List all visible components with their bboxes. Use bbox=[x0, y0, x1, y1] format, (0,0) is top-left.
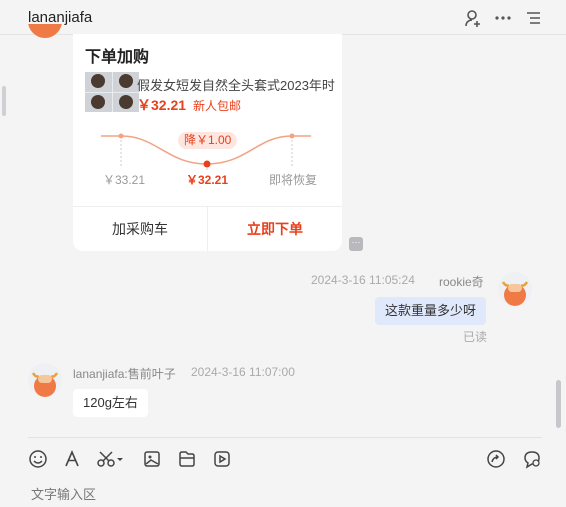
recover-price-point bbox=[289, 133, 295, 139]
scissors-icon[interactable] bbox=[96, 449, 126, 469]
chat-scrollbar[interactable] bbox=[556, 380, 561, 428]
order-card: 下单加购 假发女短发自然全头套式2023年时 ￥32.21 新人包邮 降￥1.0… bbox=[73, 34, 342, 251]
product-price: ￥32.21 bbox=[137, 97, 187, 113]
current-price-point bbox=[203, 160, 211, 168]
message-sender: rookie奇 bbox=[439, 275, 484, 289]
price-drop-badge: 降￥1.00 bbox=[178, 132, 238, 149]
message-bubble[interactable]: 120g左右 bbox=[73, 389, 148, 417]
message-time: 2024-3-16 11:07:00 bbox=[191, 365, 295, 379]
add-to-cart-button[interactable]: 加采购车 bbox=[73, 207, 207, 251]
recover-label: 即将恢复 bbox=[269, 173, 318, 187]
font-icon[interactable] bbox=[62, 449, 82, 469]
card-more-button[interactable]: ··· bbox=[349, 237, 363, 251]
share-icon[interactable] bbox=[486, 449, 506, 469]
message-time: 2024-3-16 11:05:24 bbox=[311, 273, 415, 287]
left-scrollbar[interactable] bbox=[2, 86, 6, 116]
message-bubble[interactable]: 这款重量多少呀 bbox=[375, 297, 487, 325]
emoji-icon[interactable] bbox=[28, 449, 48, 469]
avatar bbox=[28, 24, 62, 38]
product-thumbnail[interactable] bbox=[85, 72, 139, 112]
file-icon[interactable] bbox=[177, 449, 197, 469]
card-title: 下单加购 bbox=[85, 49, 150, 66]
more-icon[interactable] bbox=[493, 8, 513, 28]
settings-chat-icon[interactable] bbox=[522, 449, 542, 469]
video-icon[interactable] bbox=[212, 449, 232, 469]
original-price-label: ￥33.21 bbox=[103, 173, 146, 187]
read-status: 已读 bbox=[463, 330, 488, 344]
chat-header: lananjiafa bbox=[0, 0, 566, 35]
current-price-label: ￥32.21 bbox=[186, 173, 229, 187]
buy-now-button[interactable]: 立即下单 bbox=[208, 207, 342, 251]
product-name[interactable]: 假发女短发自然全头套式2023年时 bbox=[137, 75, 342, 94]
add-user-icon[interactable] bbox=[463, 8, 483, 28]
list-icon[interactable] bbox=[523, 8, 543, 28]
divider bbox=[28, 437, 542, 438]
message-input[interactable]: 文字输入区 bbox=[31, 484, 96, 503]
message-sender: lananjiafa:售前叶子 bbox=[73, 367, 176, 381]
avatar[interactable] bbox=[28, 363, 62, 397]
original-price-point bbox=[118, 133, 124, 139]
avatar[interactable] bbox=[498, 272, 532, 306]
new-user-tag: 新人包邮 bbox=[193, 99, 242, 113]
image-icon[interactable] bbox=[142, 449, 162, 469]
